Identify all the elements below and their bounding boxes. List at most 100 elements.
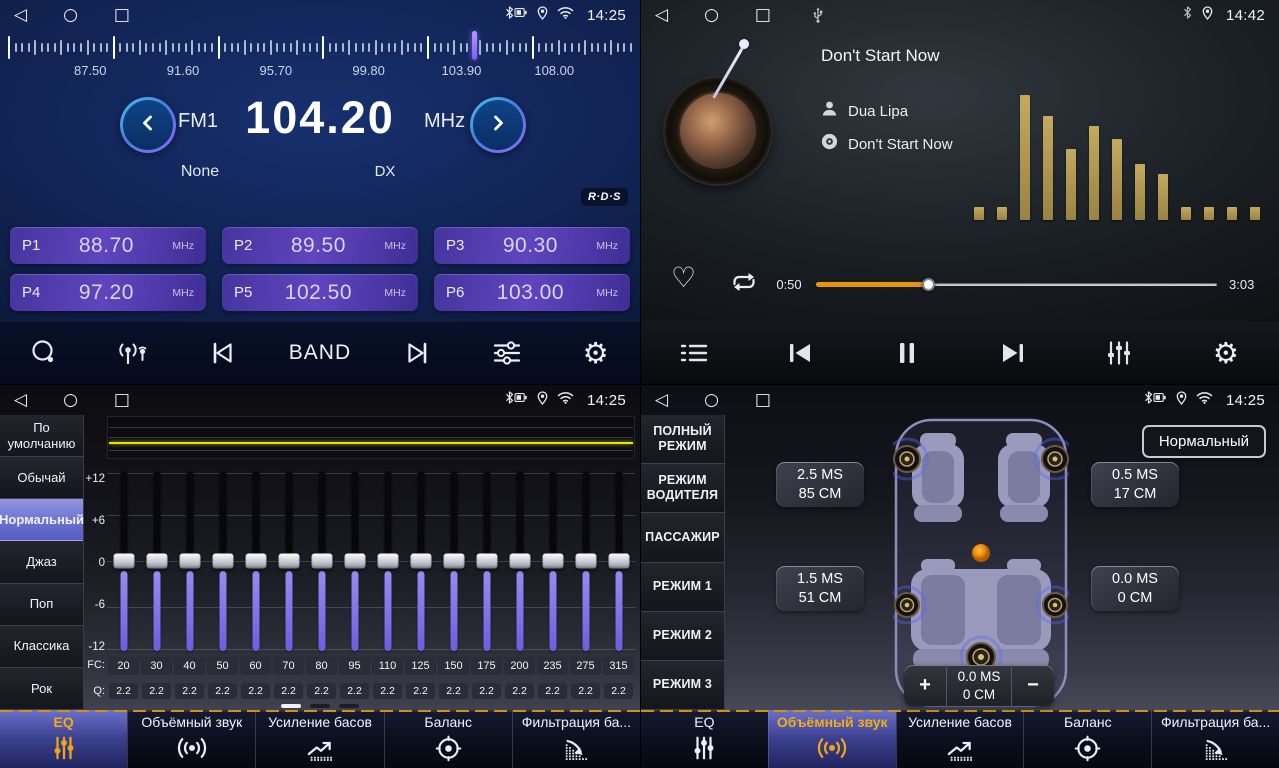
tune-down-button[interactable] xyxy=(200,339,244,367)
eq-preset-item[interactable]: Обычай xyxy=(0,457,83,499)
preset-button[interactable]: P188.70MHz xyxy=(10,227,206,264)
band-button[interactable]: BAND xyxy=(289,341,351,365)
eq-preset-item[interactable]: Нормальный xyxy=(0,499,83,541)
page-dash[interactable] xyxy=(310,704,330,708)
slider-knob[interactable] xyxy=(608,554,629,569)
audio-tab[interactable]: Объёмный звук xyxy=(768,710,896,768)
favorite-heart-icon[interactable]: ♡ xyxy=(671,264,696,292)
home-button[interactable]: ○ xyxy=(63,7,78,24)
eq-band-slider[interactable] xyxy=(602,469,635,653)
eq-band-slider[interactable] xyxy=(107,469,140,653)
recents-button[interactable]: □ xyxy=(755,392,771,409)
slider-knob[interactable] xyxy=(344,554,365,569)
slider-knob[interactable] xyxy=(278,554,299,569)
eq-band-slider[interactable] xyxy=(371,469,404,653)
pause-button[interactable] xyxy=(885,340,929,366)
back-button[interactable]: ◁ xyxy=(655,7,668,24)
preset-button[interactable]: P289.50MHz xyxy=(222,227,418,264)
eq-band-slider[interactable] xyxy=(140,469,173,653)
recents-button[interactable]: □ xyxy=(755,7,771,24)
slider-knob[interactable] xyxy=(212,554,233,569)
home-button[interactable]: ○ xyxy=(704,392,719,409)
eq-band-slider[interactable] xyxy=(569,469,602,653)
preset-button[interactable]: P6103.00MHz xyxy=(434,274,630,311)
audio-tab[interactable]: Баланс xyxy=(1023,710,1151,768)
playlist-button[interactable] xyxy=(672,341,716,365)
sound-mode-item[interactable]: РЕЖИМ 1 xyxy=(641,563,724,612)
eq-band-slider[interactable] xyxy=(239,469,272,653)
slider-knob[interactable] xyxy=(377,554,398,569)
rear-right-delay-button[interactable]: 0.0 MS 0 CM xyxy=(1091,566,1179,611)
progress-thumb[interactable] xyxy=(922,278,935,291)
back-button[interactable]: ◁ xyxy=(655,392,668,409)
slider-knob[interactable] xyxy=(113,554,134,569)
sound-preset-button[interactable]: Нормальный xyxy=(1142,425,1266,458)
front-right-delay-button[interactable]: 0.5 MS 17 CM xyxy=(1091,462,1179,507)
seek-down-button[interactable] xyxy=(120,97,176,153)
tune-up-button[interactable] xyxy=(396,339,440,367)
seek-up-button[interactable] xyxy=(470,97,526,153)
eq-preset-item[interactable]: Классика xyxy=(0,626,83,668)
eq-band-slider[interactable] xyxy=(536,469,569,653)
home-button[interactable]: ○ xyxy=(63,392,78,409)
mixer-button[interactable] xyxy=(1097,340,1141,366)
sound-mode-item[interactable]: ПОЛНЫЙ РЕЖИМ xyxy=(641,415,724,464)
sound-mode-item[interactable]: РЕЖИМ ВОДИТЕЛЯ xyxy=(641,464,724,513)
audio-tab[interactable]: Баланс xyxy=(384,710,512,768)
page-dash[interactable] xyxy=(281,704,301,708)
home-button[interactable]: ○ xyxy=(704,7,719,24)
eq-preset-item[interactable]: По умолчанию xyxy=(0,415,83,457)
slider-knob[interactable] xyxy=(542,554,563,569)
slider-knob[interactable] xyxy=(575,554,596,569)
next-track-button[interactable] xyxy=(991,340,1035,366)
frequency-scale[interactable] xyxy=(0,31,640,63)
page-dash[interactable] xyxy=(339,704,359,708)
audio-tab[interactable]: Фильтрация ба... xyxy=(512,710,640,768)
slider-knob[interactable] xyxy=(509,554,530,569)
eq-band-slider[interactable] xyxy=(206,469,239,653)
sound-mode-item[interactable]: РЕЖИМ 2 xyxy=(641,612,724,661)
audio-tab[interactable]: EQ xyxy=(641,710,768,768)
front-left-delay-button[interactable]: 2.5 MS 85 CM xyxy=(776,462,864,507)
repeat-icon[interactable] xyxy=(729,270,759,299)
recents-button[interactable]: □ xyxy=(114,392,130,409)
eq-band-slider[interactable] xyxy=(404,469,437,653)
slider-knob[interactable] xyxy=(311,554,332,569)
preset-button[interactable]: P497.20MHz xyxy=(10,274,206,311)
settings-gear-icon[interactable]: ⚙ xyxy=(574,339,618,368)
eq-band-slider[interactable] xyxy=(305,469,338,653)
audio-tab[interactable]: EQ xyxy=(0,710,127,768)
eq-preset-item[interactable]: Джаз xyxy=(0,541,83,583)
preset-button[interactable]: P390.30MHz xyxy=(434,227,630,264)
sound-mode-item[interactable]: РЕЖИМ 3 xyxy=(641,661,724,710)
eq-preset-item[interactable]: Поп xyxy=(0,584,83,626)
rear-left-delay-button[interactable]: 1.5 MS 51 CM xyxy=(776,566,864,611)
slider-knob[interactable] xyxy=(146,554,167,569)
slider-knob[interactable] xyxy=(443,554,464,569)
album-art[interactable] xyxy=(665,78,771,184)
preset-button[interactable]: P5102.50MHz xyxy=(222,274,418,311)
back-button[interactable]: ◁ xyxy=(14,7,27,24)
slider-knob[interactable] xyxy=(476,554,497,569)
progress-slider[interactable] xyxy=(816,281,1217,288)
audio-tab[interactable]: Фильтрация ба... xyxy=(1151,710,1279,768)
eq-band-slider[interactable] xyxy=(173,469,206,653)
audio-tab[interactable]: Объёмный звук xyxy=(127,710,255,768)
audio-tab[interactable]: Усиление басов xyxy=(896,710,1024,768)
decrease-delay-button[interactable]: − xyxy=(1012,665,1054,706)
recents-button[interactable]: □ xyxy=(114,7,130,24)
equalizer-shortcut-button[interactable] xyxy=(485,339,529,367)
scan-button[interactable] xyxy=(22,338,66,368)
eq-band-slider[interactable] xyxy=(338,469,371,653)
slider-knob[interactable] xyxy=(179,554,200,569)
settings-gear-icon[interactable]: ⚙ xyxy=(1204,339,1248,368)
audio-tab[interactable]: Усиление басов xyxy=(255,710,383,768)
broadcast-ta-button[interactable] xyxy=(111,339,155,367)
eq-band-slider[interactable] xyxy=(503,469,536,653)
eq-band-slider[interactable] xyxy=(470,469,503,653)
previous-track-button[interactable] xyxy=(778,340,822,366)
increase-delay-button[interactable]: + xyxy=(904,665,946,706)
eq-band-slider[interactable] xyxy=(437,469,470,653)
eq-band-slider[interactable] xyxy=(272,469,305,653)
slider-knob[interactable] xyxy=(410,554,431,569)
